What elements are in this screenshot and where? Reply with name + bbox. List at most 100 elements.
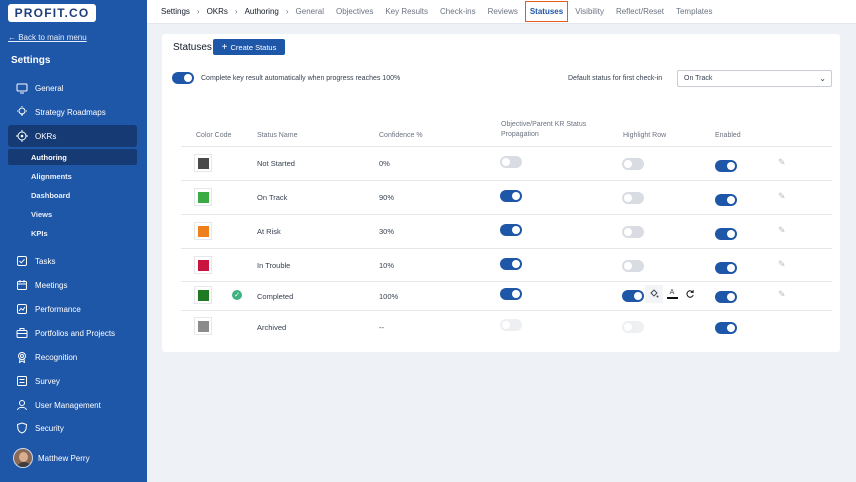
color-swatch[interactable] [194, 222, 212, 240]
confidence-value: 90% [379, 193, 395, 202]
sidebar-item-security[interactable]: Security [8, 417, 137, 439]
highlight-toggle[interactable] [622, 192, 644, 204]
tab-templates[interactable]: Templates [676, 7, 712, 16]
profit-co-logo[interactable]: PROFIT.CO [8, 4, 96, 22]
status-name: Completed [257, 292, 294, 301]
check-circle-icon: ✓ [232, 290, 242, 300]
tab-statuses[interactable]: Statuses [524, 1, 569, 22]
sidebar-item-tasks[interactable]: Tasks [8, 250, 137, 272]
header-divider [181, 146, 832, 147]
color-fill [197, 320, 209, 332]
sidebar-subitem-dashboard[interactable]: Dashboard [8, 187, 137, 203]
tab-check-ins[interactable]: Check-ins [440, 7, 476, 16]
color-fill [197, 191, 209, 203]
color-swatch[interactable] [194, 188, 212, 206]
breadcrumb-authoring[interactable]: Authoring [245, 7, 279, 16]
target-icon [16, 130, 28, 142]
sidebar-item-general[interactable]: General [8, 77, 137, 99]
highlight-toggle[interactable] [622, 158, 644, 170]
default-status-label: Default status for first check-in [568, 75, 663, 82]
sidebar-item-recognition[interactable]: Recognition [8, 346, 137, 368]
sidebar-item-okrs[interactable]: OKRs [8, 125, 137, 147]
enabled-toggle[interactable] [715, 322, 737, 334]
sidebar-subitem-authoring[interactable]: Authoring [8, 149, 137, 165]
row-divider [181, 214, 832, 215]
highlight-style-tools: A [645, 285, 699, 303]
fill-color-icon[interactable] [645, 285, 663, 303]
sidebar-item-survey[interactable]: Survey [8, 370, 137, 392]
status-name: Archived [257, 323, 287, 332]
create-status-button[interactable]: + Create Status [213, 39, 285, 55]
statuses-card: Statuses + Create Status Complete key re… [162, 34, 840, 352]
auto-complete-toggle[interactable] [172, 72, 194, 84]
propagation-toggle[interactable] [500, 224, 522, 236]
highlight-toggle[interactable] [622, 321, 644, 333]
confidence-value: 0% [379, 159, 390, 168]
chevron-right-icon: › [234, 7, 238, 16]
header-confidence: Confidence % [379, 132, 423, 139]
default-status-select[interactable]: On Track ⌄ [677, 70, 832, 87]
edit-pencil-icon[interactable]: ✎ [778, 259, 786, 270]
current-user[interactable]: Matthew Perry [13, 448, 90, 468]
color-swatch[interactable] [194, 317, 212, 335]
propagation-toggle[interactable] [500, 319, 522, 331]
tab-visibility[interactable]: Visibility [575, 7, 604, 16]
propagation-toggle[interactable] [500, 190, 522, 202]
confidence-value: -- [379, 323, 384, 332]
sidebar-item-meetings[interactable]: Meetings [8, 274, 137, 296]
color-swatch[interactable] [194, 154, 212, 172]
breadcrumb-okrs[interactable]: OKRs [207, 7, 228, 16]
header-propagation-line2: Propagation [501, 131, 539, 138]
tab-reviews[interactable]: Reviews [488, 7, 518, 16]
confidence-value: 30% [379, 227, 395, 236]
color-swatch[interactable] [194, 256, 212, 274]
highlight-toggle[interactable] [622, 226, 644, 238]
tab-reflect-reset[interactable]: Reflect/Reset [616, 7, 664, 16]
edit-pencil-icon[interactable]: ✎ [778, 191, 786, 202]
edit-pencil-icon[interactable]: ✎ [778, 225, 786, 236]
sidebar-item-label: Portfolios and Projects [35, 328, 116, 338]
row-divider [181, 180, 832, 181]
edit-pencil-icon[interactable]: ✎ [778, 289, 786, 300]
sidebar-subitem-kpis[interactable]: KPIs [8, 225, 137, 241]
user-name: Matthew Perry [38, 453, 90, 463]
sidebar-subitem-views[interactable]: Views [8, 206, 137, 222]
color-fill [197, 259, 209, 271]
edit-pencil-icon[interactable]: ✎ [778, 157, 786, 168]
sidebar-item-user-management[interactable]: User Management [8, 394, 137, 416]
color-fill [197, 157, 209, 169]
header-color-code: Color Code [196, 132, 232, 139]
color-swatch[interactable] [194, 286, 212, 304]
propagation-toggle[interactable] [500, 258, 522, 270]
sidebar-item-performance[interactable]: Performance [8, 298, 137, 320]
sidebar-item-strategy-roadmaps[interactable]: Strategy Roadmaps [8, 101, 137, 123]
propagation-toggle[interactable] [500, 156, 522, 168]
breadcrumb-settings[interactable]: Settings [161, 7, 190, 16]
sidebar-item-label: User Management [35, 400, 101, 410]
highlight-toggle[interactable] [622, 290, 644, 302]
avatar [13, 448, 33, 468]
survey-icon [16, 375, 28, 387]
text-color-icon[interactable]: A [663, 285, 681, 303]
enabled-toggle[interactable] [715, 160, 737, 172]
sidebar-subitem-alignments[interactable]: Alignments [8, 168, 137, 184]
tab-key-results[interactable]: Key Results [385, 7, 428, 16]
propagation-toggle[interactable] [500, 288, 522, 300]
sidebar-item-portfolios-projects[interactable]: Portfolios and Projects [8, 322, 137, 344]
page-title: Statuses [173, 42, 212, 53]
header-highlight-row: Highlight Row [623, 132, 667, 139]
text-color-label: A [669, 289, 675, 296]
tab-objectives[interactable]: Objectives [336, 7, 373, 16]
confidence-value: 100% [379, 292, 399, 301]
reset-icon[interactable] [681, 285, 699, 303]
sidebar-item-label: Recognition [35, 352, 78, 362]
highlight-toggle[interactable] [622, 260, 644, 272]
enabled-toggle[interactable] [715, 194, 737, 206]
back-to-main-menu-link[interactable]: ← Back to main menu [8, 33, 87, 42]
tab-general[interactable]: General [296, 7, 324, 16]
sidebar-item-label: Security [35, 423, 64, 433]
enabled-toggle[interactable] [715, 262, 737, 274]
user-icon [16, 399, 28, 411]
enabled-toggle[interactable] [715, 228, 737, 240]
enabled-toggle[interactable] [715, 291, 737, 303]
